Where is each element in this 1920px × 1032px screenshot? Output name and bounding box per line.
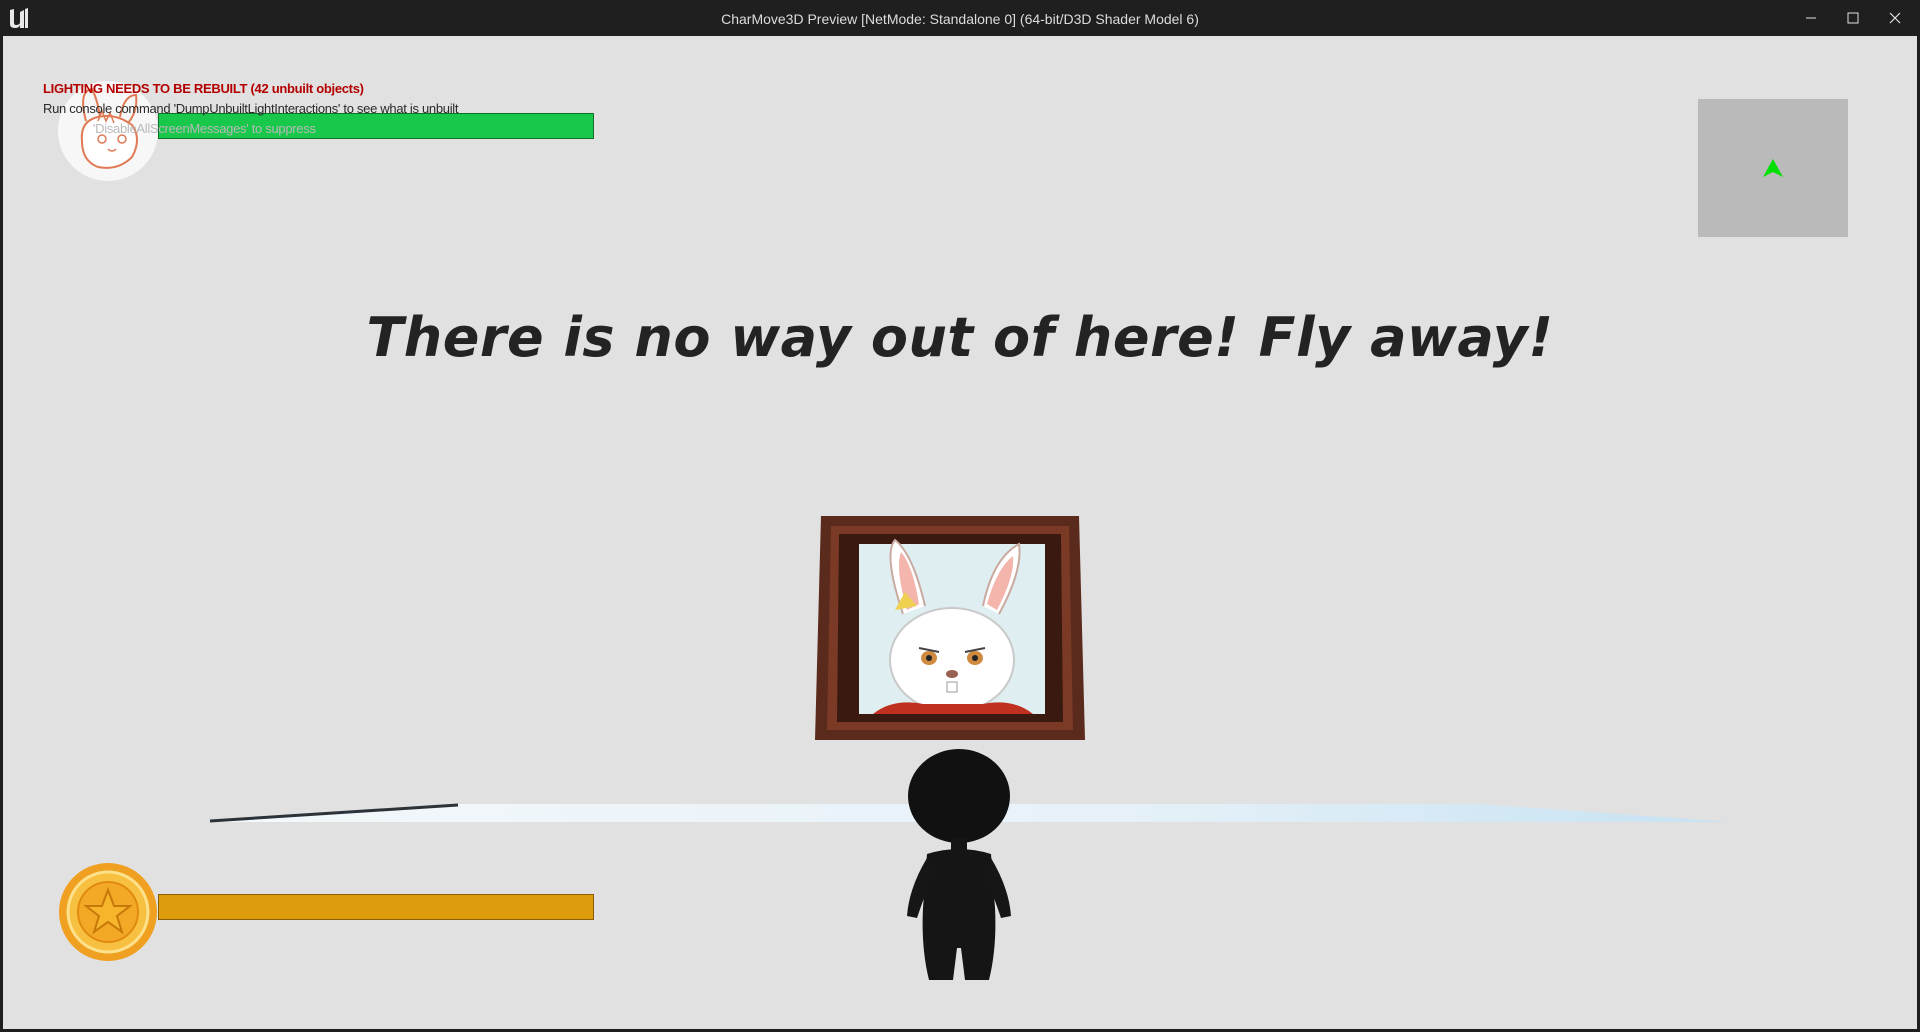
window-title: CharMove3D Preview [NetMode: Standalone … bbox=[721, 11, 1199, 27]
star-coin-icon bbox=[59, 863, 157, 961]
minimap bbox=[1698, 99, 1848, 237]
suppress-hint: 'DisableAllScreenMessages' to suppress bbox=[93, 121, 316, 136]
framed-bunny-portrait bbox=[815, 516, 1085, 740]
minimize-button[interactable] bbox=[1790, 0, 1832, 36]
maximize-button[interactable] bbox=[1832, 0, 1874, 36]
level-message: There is no way out of here! Fly away! bbox=[366, 306, 1554, 369]
lighting-warning: LIGHTING NEEDS TO BE REBUILT (42 unbuilt… bbox=[43, 81, 364, 96]
minimize-icon bbox=[1806, 17, 1816, 19]
coin-bar bbox=[158, 894, 594, 920]
player-character bbox=[907, 749, 1011, 980]
maximize-icon bbox=[1847, 12, 1859, 24]
close-button[interactable] bbox=[1874, 0, 1916, 36]
player-marker-icon bbox=[1763, 159, 1783, 177]
game-viewport[interactable]: LIGHTING NEEDS TO BE REBUILT (42 unbuilt… bbox=[3, 36, 1917, 1029]
close-icon bbox=[1889, 12, 1901, 24]
console-hint: Run console command 'DumpUnbuiltLightInt… bbox=[43, 101, 459, 116]
window-title-bar[interactable]: CharMove3D Preview [NetMode: Standalone … bbox=[0, 0, 1920, 36]
